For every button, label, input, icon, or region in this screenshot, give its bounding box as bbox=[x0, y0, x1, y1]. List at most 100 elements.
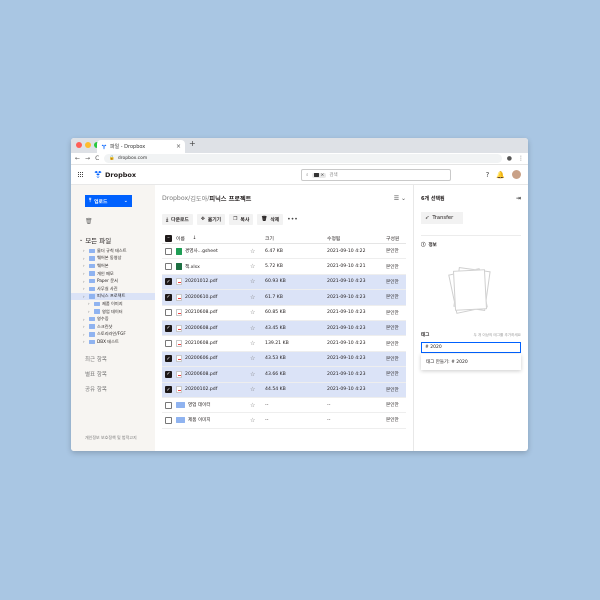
folder-scope-chip[interactable]: × bbox=[311, 172, 327, 178]
forward-icon[interactable]: → bbox=[85, 155, 90, 162]
chevron-down-icon[interactable]: ⌄ bbox=[79, 237, 83, 243]
sidebar-item-all-files[interactable]: ⌄ 모든 파일 bbox=[79, 235, 155, 245]
table-row[interactable]: 20210608.pdf ☆ 139.21 KB 2021-09-10 4:23 본인만 bbox=[162, 336, 407, 352]
column-size[interactable]: 크기 bbox=[265, 235, 327, 242]
file-name[interactable]: 20200606.pdf bbox=[185, 356, 217, 361]
browser-menu-icon[interactable]: ⋮ bbox=[518, 155, 524, 162]
star-icon[interactable]: ☆ bbox=[250, 402, 265, 409]
chevron-right-icon[interactable]: › bbox=[83, 324, 87, 329]
row-checkbox[interactable]: ✓ bbox=[165, 293, 173, 301]
chevron-right-icon[interactable]: › bbox=[83, 332, 87, 337]
action-button[interactable]: ✥ 옮기기 bbox=[196, 214, 226, 225]
chevron-right-icon[interactable]: › bbox=[83, 271, 87, 276]
back-icon[interactable]: ← bbox=[75, 155, 80, 162]
view-toggle-icon[interactable]: ☰ ⌄ bbox=[394, 195, 406, 202]
row-checkbox[interactable] bbox=[165, 416, 173, 424]
trash-icon[interactable]: 🗑 bbox=[85, 218, 155, 225]
action-button[interactable]: ❐ 복사 bbox=[229, 214, 254, 225]
reload-icon[interactable]: C bbox=[95, 155, 99, 162]
star-icon[interactable]: ☆ bbox=[250, 355, 265, 362]
brand-logo[interactable]: Dropbox bbox=[93, 170, 136, 179]
chevron-right-icon[interactable]: › bbox=[83, 279, 87, 284]
table-row[interactable]: ✓ 20201012.pdf ☆ 60.93 KB 2021-09-10 4:23 본인만 bbox=[162, 274, 407, 291]
chevron-right-icon[interactable]: › bbox=[83, 294, 87, 299]
sidebar-tree-item[interactable]: › 피닉스 프로젝트 bbox=[71, 292, 156, 301]
chevron-right-icon[interactable]: › bbox=[83, 263, 87, 268]
avatar[interactable] bbox=[512, 170, 521, 179]
file-name[interactable]: 제품 이미지 bbox=[188, 417, 211, 423]
tag-input[interactable]: # 2020 bbox=[421, 342, 521, 353]
profile-icon[interactable]: ● bbox=[507, 155, 512, 162]
chevron-right-icon[interactable]: › bbox=[88, 301, 92, 306]
sidebar-tree-item[interactable]: › 물더 규칙 테스트 bbox=[71, 247, 155, 255]
table-row[interactable]: ✓ 20200608.pdf ☆ 43.45 KB 2021-09-10 4:23 본인만 bbox=[162, 320, 407, 337]
sidebar-tree-item[interactable]: › 사무실 사진 bbox=[71, 285, 155, 293]
minimize-window-button[interactable] bbox=[85, 142, 91, 148]
table-row[interactable]: 영업 데이터 ☆ -- -- 본인만 bbox=[162, 398, 407, 414]
sidebar-nav-item[interactable]: 별표 항목 bbox=[85, 370, 155, 378]
row-checkbox[interactable] bbox=[165, 309, 173, 317]
column-members[interactable]: 구성원 bbox=[386, 235, 406, 242]
star-icon[interactable]: ☆ bbox=[250, 325, 265, 332]
file-name[interactable]: 책.xlsx bbox=[185, 264, 200, 270]
app-grid-icon[interactable] bbox=[78, 171, 84, 178]
search-input[interactable]: ⌕ × 검색 bbox=[301, 169, 451, 181]
sidebar-tree-item[interactable]: › Paper 문서 bbox=[71, 277, 155, 285]
sidebar-tree-item[interactable]: › 스크린샷 bbox=[71, 323, 155, 331]
star-icon[interactable]: ☆ bbox=[250, 278, 265, 285]
notification-bell-icon[interactable]: 🔔 bbox=[496, 171, 505, 179]
sidebar-nav-item[interactable]: 공유 항목 bbox=[85, 385, 155, 393]
file-name[interactable]: 20200608.pdf bbox=[185, 372, 217, 377]
sidebar-nav-item[interactable]: 최근 항목 bbox=[85, 355, 155, 363]
column-modified[interactable]: 수정됨 bbox=[327, 235, 386, 242]
sidebar-tree-item[interactable]: › 웨어본 동영상 bbox=[71, 255, 155, 263]
sidebar-tree-item[interactable]: › 개인 메모 bbox=[71, 270, 155, 278]
table-row[interactable]: ✓ 20200610.pdf ☆ 61.7 KB 2021-09-10 4:23 본인만 bbox=[162, 290, 407, 306]
star-icon[interactable]: ☆ bbox=[250, 417, 265, 424]
chevron-right-icon[interactable]: › bbox=[83, 256, 87, 261]
action-button[interactable]: 🗑 삭제 bbox=[257, 214, 284, 225]
legal-footer[interactable]: 개인정보 보호정책 및 법적고지 bbox=[85, 435, 137, 441]
more-actions-icon[interactable]: ••• bbox=[287, 216, 298, 223]
file-name[interactable]: 20210608.pdf bbox=[185, 310, 217, 315]
chevron-right-icon[interactable]: › bbox=[83, 339, 87, 344]
sidebar-tree-item[interactable]: › 제품 이미지 bbox=[71, 300, 155, 308]
new-tab-button[interactable]: + bbox=[189, 139, 196, 148]
column-name[interactable]: 이름 ↓ bbox=[175, 235, 250, 242]
chevron-right-icon[interactable]: › bbox=[83, 248, 87, 253]
close-window-button[interactable] bbox=[76, 142, 82, 148]
table-row[interactable]: ✓ 20200608.pdf ☆ 43.66 KB 2021-09-10 4:23 본인만 bbox=[162, 367, 407, 383]
table-row[interactable]: 20210608.pdf ☆ 60.85 KB 2021-09-10 4:23 본인만 bbox=[162, 306, 407, 321]
breadcrumb-root[interactable]: Dropbox bbox=[162, 195, 188, 202]
action-button[interactable]: ⤓ 다운로드 bbox=[162, 214, 193, 225]
file-name[interactable]: 경영사...gsheet bbox=[185, 248, 218, 254]
row-checkbox[interactable] bbox=[165, 340, 173, 348]
upload-button[interactable]: ⤒ 업로드 ⌄ bbox=[85, 195, 132, 207]
help-icon[interactable]: ? bbox=[486, 171, 490, 179]
collapse-panel-icon[interactable]: ⇥ bbox=[516, 195, 521, 202]
row-checkbox[interactable] bbox=[165, 247, 173, 255]
table-row[interactable]: ✓ 20200102.pdf ☆ 44.54 KB 2021-09-10 4:23 본인만 bbox=[162, 382, 407, 398]
breadcrumb-user[interactable]: 김도아 bbox=[190, 194, 207, 203]
transfer-button[interactable]: ➶ Transfer bbox=[421, 212, 464, 224]
row-checkbox[interactable]: ✓ bbox=[165, 355, 173, 363]
tab-close-icon[interactable]: × bbox=[176, 143, 181, 150]
sidebar-tree-item[interactable]: › 웨어본 bbox=[71, 262, 155, 270]
sidebar-tree-item[interactable]: › DBX 테스트 bbox=[71, 338, 155, 346]
row-checkbox[interactable] bbox=[165, 401, 173, 409]
table-row[interactable]: 경영사...gsheet ☆ 6.47 KB 2021-09-10 4:22 본인만 bbox=[162, 244, 407, 260]
file-name[interactable]: 20200608.pdf bbox=[185, 326, 217, 331]
star-icon[interactable]: ☆ bbox=[250, 371, 265, 378]
url-field[interactable]: 🔒 dropbox.com bbox=[104, 154, 502, 163]
info-section[interactable]: ⓘ 정보 bbox=[421, 235, 521, 248]
file-name[interactable]: 20200102.pdf bbox=[185, 387, 217, 392]
row-checkbox[interactable]: ✓ bbox=[165, 324, 173, 332]
file-name[interactable]: 20200610.pdf bbox=[185, 295, 217, 300]
create-tag-suggestion[interactable]: 태그 만들기: # 2020 bbox=[421, 354, 521, 370]
chevron-down-icon[interactable]: ⌄ bbox=[124, 198, 128, 204]
star-icon[interactable]: ☆ bbox=[250, 386, 265, 393]
star-icon[interactable]: ☆ bbox=[250, 340, 265, 347]
table-row[interactable]: 제품 이미지 ☆ -- -- 본인만 bbox=[162, 413, 407, 429]
file-name[interactable]: 20210608.pdf bbox=[185, 341, 217, 346]
row-checkbox[interactable]: ✓ bbox=[165, 386, 173, 394]
